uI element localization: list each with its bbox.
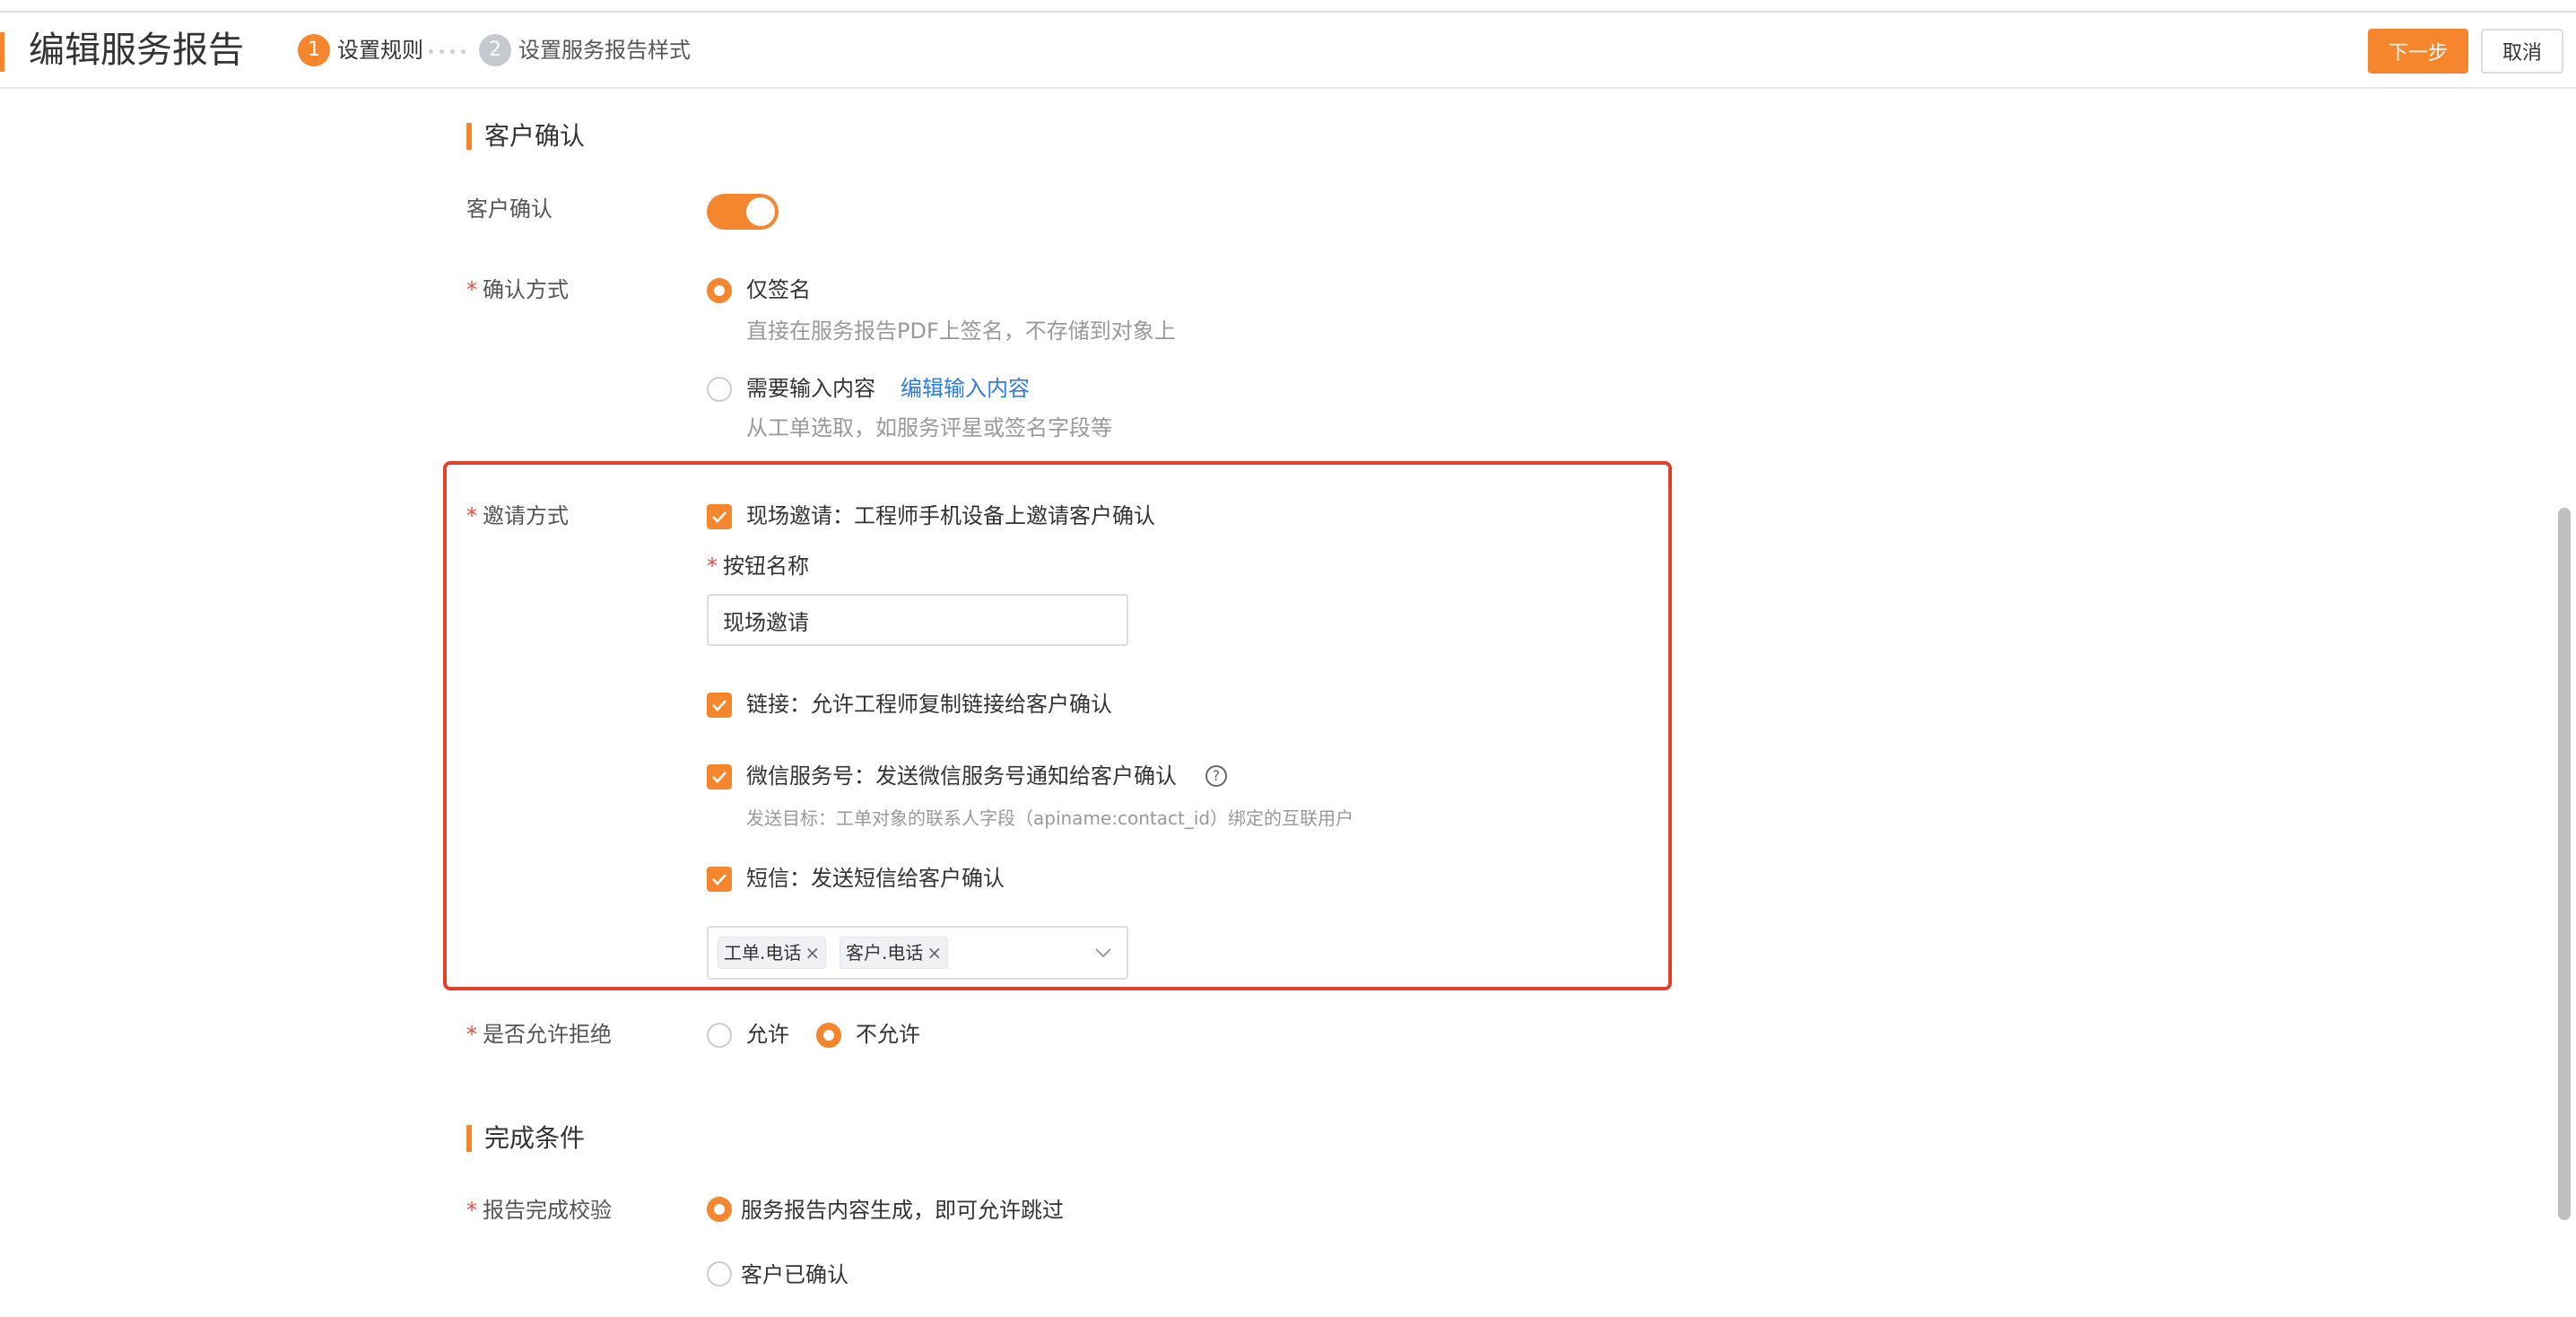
allow-reject-label-text: 是否允许拒绝 [483,1022,612,1047]
close-icon[interactable]: × [805,942,820,964]
content-generated-label[interactable]: 服务报告内容生成，即可允许跳过 [741,1195,1064,1225]
customer-confirmed-label[interactable]: 客户已确认 [741,1260,849,1290]
deny-reject-option-label[interactable]: 不允许 [856,1019,920,1050]
wechat-invite-label[interactable]: 微信服务号：发送微信服务号通知给客户确认 [746,761,1177,791]
checkbox-wechat-invite[interactable] [707,764,732,789]
sms-recipient-select[interactable]: 工单.电话 × 客户.电话 × [707,926,1128,980]
customer-confirm-toggle[interactable] [707,194,779,230]
recipient-tag-text: 工单.电话 [724,942,802,964]
section-accent-bar [466,1125,472,1152]
input-content-hint: 从工单选取，如服务评星或签名字段等 [746,415,1112,440]
section-title-completion: 完成条件 [484,1123,586,1153]
required-asterisk: * [466,277,477,302]
highlight-frame [443,461,1672,990]
button-name-label-text: 按钮名称 [723,554,809,579]
step-connector-dot [429,49,433,54]
page-title: 编辑服务报告 [29,30,244,71]
radio-deny-reject[interactable] [816,1023,841,1048]
edit-input-content-link[interactable]: 编辑输入内容 [901,373,1030,404]
next-step-button[interactable]: 下一步 [2368,29,2468,74]
signature-only-label[interactable]: 仅签名 [746,275,811,305]
step-connector-dot [461,49,466,54]
cancel-button[interactable]: 取消 [2481,29,2563,74]
customer-confirm-label: 客户确认 [466,196,553,222]
check-icon [712,772,727,783]
header-divider [0,87,2576,89]
radio-input-content[interactable] [707,377,732,402]
toggle-knob [746,197,775,226]
check-icon [712,874,727,885]
recipient-tag-text: 客户.电话 [846,942,924,964]
link-invite-label[interactable]: 链接：允许工程师复制链接给客户确认 [746,689,1112,720]
invite-method-label-text: 邀请方式 [483,503,569,528]
checkbox-onsite-invite[interactable] [707,504,732,529]
confirm-method-label-text: 确认方式 [483,277,569,302]
checkbox-sms-invite[interactable] [707,867,732,892]
close-icon[interactable]: × [927,942,942,964]
radio-signature-only[interactable] [707,278,732,303]
required-asterisk: * [466,503,477,528]
allow-reject-option-label[interactable]: 允许 [746,1019,789,1050]
allow-reject-label: * 是否允许拒绝 [466,1019,612,1050]
section-title-customer-confirm: 客户确认 [484,121,586,151]
recipient-tag: 客户.电话 × [840,937,949,969]
onsite-invite-label[interactable]: 现场邀请：工程师手机设备上邀请客户确认 [746,501,1155,531]
required-asterisk: * [466,1198,477,1223]
required-asterisk: * [707,554,718,579]
step-1-number: 1 [298,34,330,66]
report-check-label: * 报告完成校验 [466,1195,612,1225]
step-2-number: 2 [479,34,511,66]
top-border [0,11,2576,13]
report-check-label-text: 报告完成校验 [483,1198,612,1223]
title-accent-bar [0,32,4,72]
scrollbar-thumb[interactable] [2558,508,2571,1220]
radio-allow-reject[interactable] [707,1023,732,1048]
wechat-invite-hint: 发送目标：工单对象的联系人字段（apiname:contact_id）绑定的互联… [746,807,1354,829]
button-name-input[interactable] [707,594,1128,646]
check-icon [712,511,727,523]
step-2-label[interactable]: 设置服务报告样式 [518,34,691,66]
chevron-down-icon[interactable] [1094,947,1112,958]
button-name-label: * 按钮名称 [707,551,809,581]
step-connector-dot [450,49,455,54]
radio-content-generated[interactable] [707,1197,732,1222]
section-accent-bar [466,123,472,150]
help-icon[interactable]: ? [1205,765,1227,787]
required-asterisk: * [466,1022,477,1047]
input-content-label[interactable]: 需要输入内容 [746,373,875,404]
step-1-label[interactable]: 设置规则 [337,34,423,66]
checkbox-link-invite[interactable] [707,693,732,718]
radio-customer-confirmed[interactable] [707,1261,732,1286]
confirm-method-label: * 确认方式 [466,275,569,305]
check-icon [712,700,727,711]
step-connector-dot [439,49,444,54]
invite-method-label: * 邀请方式 [466,501,569,531]
signature-only-hint: 直接在服务报告PDF上签名，不存储到对象上 [746,318,1176,344]
recipient-tag: 工单.电话 × [718,937,827,969]
sms-invite-label[interactable]: 短信：发送短信给客户确认 [746,863,1005,894]
